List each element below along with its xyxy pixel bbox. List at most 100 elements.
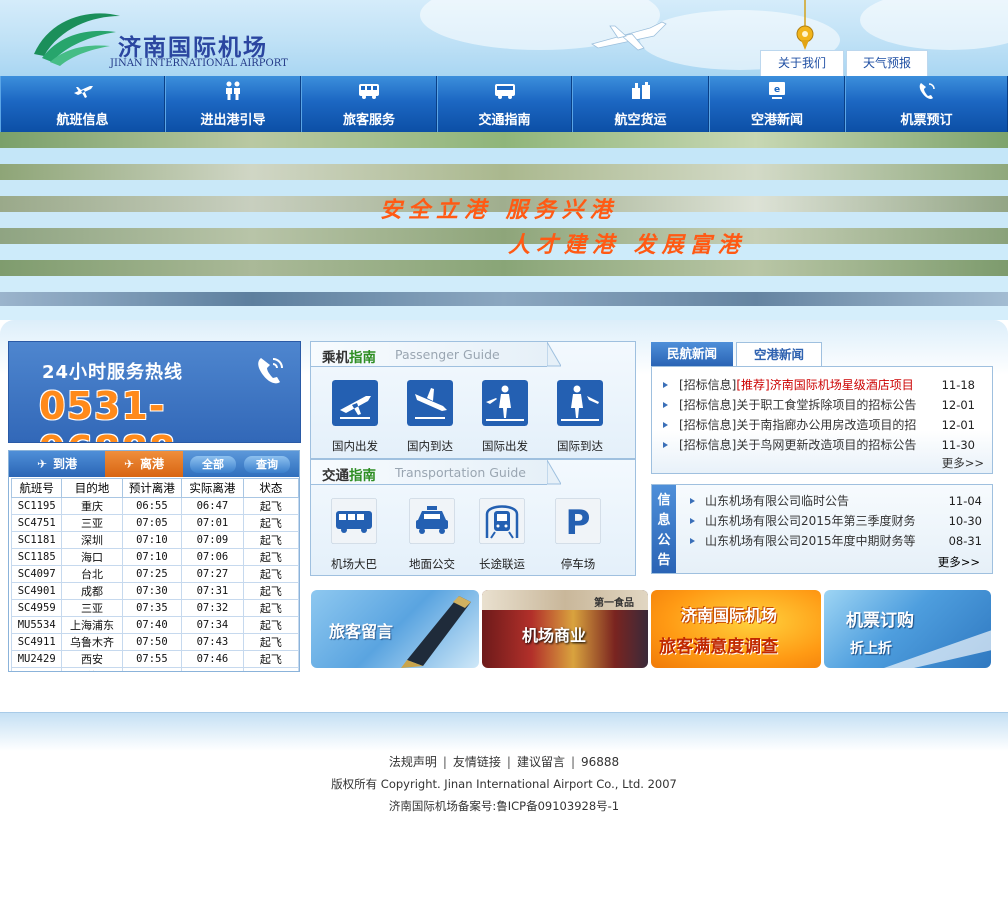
table-cell: 海口 [61,548,123,566]
news-link[interactable]: [招标信息]关于职工食堂拆除项目的招标公告 [679,395,929,415]
news-more-link[interactable]: 更多>> [942,455,984,471]
tab-arrivals[interactable]: ✈ 到港 [9,451,105,477]
promo-subtitle: 折上折 [850,641,892,657]
separator: | [570,755,575,769]
flight-table: 航班号 目的地 预计离港 实际离港 状态 SC1195 重庆 06:55 06:47 起… [10,478,299,671]
banner-strip [0,260,1008,276]
hotline-title: 24小时服务热线 [42,362,184,383]
bus-icon [494,84,515,99]
nav-passenger-service[interactable]: 旅客服务 [301,76,437,132]
nav-transport-guide[interactable]: 交通指南 [437,76,572,132]
ticket-booking-banner[interactable]: 机票订购 折上折 [824,590,991,668]
suggestion-link[interactable]: 建议留言 [517,755,565,769]
table-cell: 07:55 [121,650,183,668]
guide-label: 停车场 [560,557,596,571]
notice-more-link[interactable]: 更多>> [938,554,980,570]
promo-title: 机票订购 [846,611,914,631]
table-cell: 深圳 [61,531,123,549]
weather-forecast-button[interactable]: 天气预报 [846,50,928,76]
table-row: SC1181 深圳 07:10 07:09 起飞 [10,531,299,549]
nav-flight-info[interactable]: 航班信息 [0,76,165,132]
guide-parking[interactable]: P 停车场 [551,497,605,572]
passenger-guide-panel: 乘机指南 Passenger Guide 国内出发 国内到达 国际出发 国际到达 [310,341,636,459]
news-item[interactable]: [招标信息]关于鸟网更新改造项目的招标公告 11-30 [663,435,983,455]
guide-international-departure[interactable]: 国际出发 [479,380,531,454]
table-cell: 重庆 [61,497,123,515]
guide-label: 地面公交 [409,557,455,571]
fountain-pen-icon [401,596,471,668]
news-item[interactable]: [招标信息][推荐]济南国际机场星级酒店项目 11-18 [663,375,983,395]
notice-item[interactable]: 山东机场有限公司临时公告 11-04 [690,491,982,511]
notice-label-char: 公 [657,533,671,548]
table-cell: 香港 [61,667,123,671]
notice-link[interactable]: 山东机场有限公司2015年度中期财务等 [705,531,920,551]
news-item[interactable]: [招标信息]关于职工食堂拆除项目的招标公告 12-01 [663,395,983,415]
guide-title-b: 指南 [349,468,376,484]
news-link[interactable]: [招标信息]关于鸟网更新改造项目的招标公告 [679,435,929,455]
domestic-departure-icon [332,380,378,426]
notice-link[interactable]: 山东机场有限公司临时公告 [705,491,920,511]
airport-logo-icon[interactable] [30,8,122,66]
international-arrival-icon [557,380,603,426]
table-cell: 07:40 [121,616,183,634]
hotline-number: 0531-96888 [39,384,175,442]
table-cell: 07:54 [181,667,244,671]
tab-civil-aviation-news[interactable]: 民航新闻 [651,342,733,366]
guide-domestic-arrival[interactable]: 国内到达 [404,380,456,454]
guide-ground-bus[interactable]: 地面公交 [405,497,459,572]
passenger-message-banner[interactable]: 旅客留言 [311,590,479,668]
airport-business-banner[interactable]: 第一食品 机场商业 [482,590,648,668]
guide-long-distance[interactable]: 长途联运 [475,497,529,572]
airport-banner: 安全立港 服务兴港 人才建港 发展富港 [0,132,1008,320]
nav-arrival-departure-guide[interactable]: 进出港引导 [165,76,301,132]
nav-label: 航空货运 [614,113,667,128]
banner-slogan: 安全立港 服务兴港 [380,197,618,223]
notice-link[interactable]: 山东机场有限公司2015年第三季度财务 [705,511,920,531]
svg-text:e: e [774,85,780,95]
news-tag: [招标信息] [679,438,737,452]
table-cell: 06:55 [121,497,183,515]
nav-airport-news[interactable]: e 空港新闻 [709,76,845,132]
guide-domestic-departure[interactable]: 国内出发 [329,380,381,454]
news-link[interactable]: [招标信息]关于南指廊办公用房改造项目的招 [679,415,929,435]
news-link[interactable]: [招标信息][推荐]济南国际机场星级酒店项目 [679,375,929,395]
notice-label-char: 息 [657,513,671,528]
guide-label: 国内到达 [407,439,453,453]
nav-label: 空港新闻 [750,113,803,128]
logo-chinese-name[interactable]: 济南国际机场 [118,28,268,62]
tab-departures[interactable]: ✈ 离港 [105,451,183,477]
domestic-arrival-icon [407,380,453,426]
legal-statement-link[interactable]: 法规声明 [389,755,437,769]
guide-label: 机场大巴 [331,557,377,571]
notice-item[interactable]: 山东机场有限公司2015年第三季度财务 10-30 [690,511,982,531]
query-button[interactable]: 查询 [244,456,290,473]
news-title: 关于南指廊办公用房改造项目的招 [736,418,917,432]
train-icon [478,497,526,545]
nav-ticket-booking[interactable]: 机票预订 [845,76,1008,132]
table-cell: 起飞 [242,548,299,566]
guide-title-a: 乘机 [322,350,349,366]
show-all-button[interactable]: 全部 [190,456,236,473]
banner-strip [0,164,1008,180]
table-cell: SC1181 [10,531,63,549]
tab-airport-news[interactable]: 空港新闻 [736,342,822,367]
guide-airport-bus[interactable]: 机场大巴 [327,497,381,572]
table-cell: 07:43 [181,633,244,651]
notice-item[interactable]: 山东机场有限公司2015年度中期财务等 08-31 [690,531,982,551]
friend-links-link[interactable]: 友情链接 [453,755,501,769]
guide-international-arrival[interactable]: 国际到达 [554,380,606,454]
news-panel: 民航新闻 空港新闻 [招标信息][推荐]济南国际机场星级酒店项目 11-18 [招标… [650,342,993,474]
notice-date: 11-04 [948,494,982,508]
guide-title: 交通指南 [322,464,376,484]
hotline-link[interactable]: 96888 [581,755,619,769]
parking-icon: P [554,497,602,545]
news-item[interactable]: [招标信息]关于南指廊办公用房改造项目的招 12-01 [663,415,983,435]
nav-air-cargo[interactable]: 航空货运 [572,76,709,132]
guide-title-a: 交通 [322,468,349,484]
table-row: MU785香港08:0007:54起飞 [10,667,299,671]
column-header: 目的地 [61,478,123,498]
about-us-button[interactable]: 关于我们 [760,50,844,76]
logo-english-name[interactable]: JINAN INTERNATIONAL AIRPORT [110,58,288,69]
taxi-icon [408,497,456,545]
satisfaction-survey-banner[interactable]: 济南国际机场 旅客满意度调查 [651,590,821,668]
